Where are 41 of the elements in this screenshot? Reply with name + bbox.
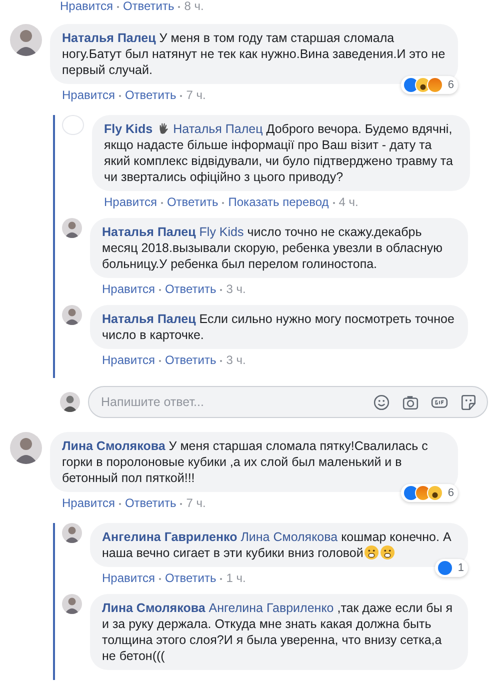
avatar[interactable] (10, 432, 42, 464)
camera-icon[interactable] (402, 394, 419, 410)
action-link[interactable]: Показать перевод (228, 195, 329, 210)
reply-field[interactable]: Напишите ответ... (101, 395, 361, 409)
action-link[interactable]: Ответить (164, 353, 216, 368)
reply-box[interactable]: Напишите ответ... (88, 386, 488, 418)
avatar[interactable] (62, 218, 82, 238)
avatar (60, 392, 80, 412)
avatar[interactable] (62, 523, 82, 543)
avatar[interactable] (62, 594, 82, 614)
avatar[interactable] (62, 305, 82, 325)
comment-time: 7 ч. (186, 496, 206, 511)
action-link[interactable]: Нравится (60, 0, 113, 14)
action-link[interactable]: Нравится (62, 88, 115, 103)
comment-time: 1 ч. (226, 571, 246, 586)
comment-text: Лина Смолякова Ангелина Гавриленко ,так даже если бы я и за руку держала. Откуда мне знать какая должна быть толщина этого слоя?И я была уверенна, что внизу сетка,а не бетон((( (90, 594, 468, 670)
reaction-count[interactable]: 6 (400, 76, 458, 94)
action-link[interactable]: Ответить (166, 195, 218, 210)
comment-time: 3 ч. (226, 353, 246, 368)
comment-time: 8 ч. (184, 0, 204, 14)
comment-time: 7 ч. (186, 88, 206, 103)
comment-text: Наталья Палец Fly Kids число точно не скажу.декабрь месяц 2018.вызывали скорую, ребенка увезли в обласную больницу.У ребенка был перелом голиностопа. (90, 218, 468, 278)
action-link[interactable]: Ответить (124, 88, 176, 103)
action-link[interactable]: Нравится (102, 282, 155, 297)
action-link[interactable]: Ответить (164, 282, 216, 297)
reaction-count[interactable]: 6 (400, 484, 458, 502)
action-link[interactable]: Нравится (102, 571, 155, 586)
emoji-icon[interactable] (373, 394, 390, 410)
reaction-count[interactable]: 1 (434, 559, 468, 577)
comment-text: Fly Kids Наталья Палец Доброго вечора. Будемо вдячні, якщо надасте більше інформації про Ваш візит - дату та який комплекс відвідували, чи було підтверджено травму та чи звертались офіційно з цього приводу? (92, 115, 470, 191)
action-link[interactable]: Нравится (104, 195, 157, 210)
avatar[interactable] (10, 24, 42, 56)
action-link[interactable]: Ответить (122, 0, 174, 14)
comment-text: Наталья Палец Если сильно нужно могу посмотреть точное число в карточке. (90, 305, 468, 349)
action-link[interactable]: Нравится (102, 353, 155, 368)
comment-time: 4 ч. (338, 195, 358, 210)
sticker-icon[interactable] (460, 394, 477, 410)
action-link[interactable]: Нравится (62, 496, 115, 511)
comment-time: 3 ч. (226, 282, 246, 297)
action-link[interactable]: Ответить (164, 571, 216, 586)
action-link[interactable]: Ответить (124, 496, 176, 511)
